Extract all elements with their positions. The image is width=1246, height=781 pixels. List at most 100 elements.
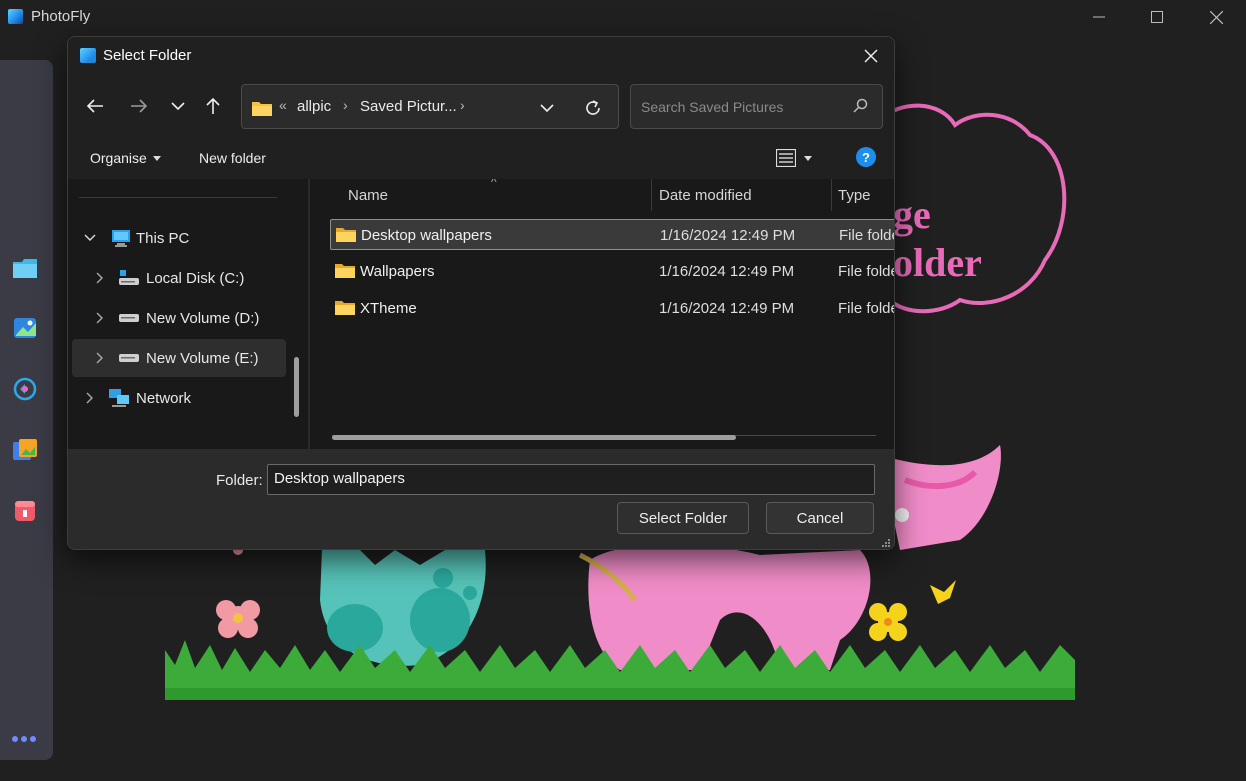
dialog-title: Select Folder: [103, 47, 192, 64]
image-tool-button[interactable]: [12, 315, 38, 341]
archive-icon: [15, 501, 35, 521]
chevron-down-icon: [171, 102, 185, 111]
tree-label: Local Disk (C:): [146, 269, 245, 287]
maximize-button[interactable]: [1128, 0, 1186, 34]
tree-item-new-volume-e[interactable]: New Volume (E:): [72, 339, 286, 377]
chevron-right-icon[interactable]: [94, 312, 106, 324]
chevron-right-icon[interactable]: [94, 352, 106, 364]
address-history-button[interactable]: [535, 97, 559, 119]
resize-grip-icon[interactable]: [881, 538, 891, 548]
app-title: PhotoFly: [31, 8, 91, 25]
folder-tool-button[interactable]: [12, 255, 38, 281]
sort-ascending-icon: ^: [491, 179, 497, 189]
tree-item-this-pc[interactable]: This PC: [72, 219, 286, 257]
search-icon: [853, 98, 868, 113]
convert-icon: [13, 377, 37, 401]
navigation-pane: This PC Local Disk (C:) New Volume (D:) …: [68, 179, 308, 449]
up-button[interactable]: [197, 91, 229, 121]
folder-icon: [13, 259, 37, 278]
app-logo-icon: [8, 9, 23, 24]
arrow-right-icon: [131, 99, 148, 113]
file-date: 1/16/2024 12:49 PM: [660, 227, 796, 244]
tree-item-local-disk-c[interactable]: Local Disk (C:): [72, 259, 286, 297]
column-header-date[interactable]: Date modified: [659, 179, 752, 211]
dialog-app-icon: [80, 48, 96, 63]
recent-locations-button[interactable]: [162, 91, 194, 121]
convert-tool-button[interactable]: [12, 376, 38, 402]
tree-label: This PC: [136, 229, 190, 247]
organise-menu-button[interactable]: Organise: [90, 150, 161, 166]
breadcrumb-saved-pictures[interactable]: Saved Pictur...: [360, 98, 457, 115]
breadcrumb-separator[interactable]: ›: [343, 97, 348, 113]
chevron-down-icon[interactable]: [84, 232, 96, 244]
app-title-bar: PhotoFly: [0, 0, 1246, 34]
breadcrumb-overflow[interactable]: «: [279, 97, 287, 113]
network-icon: [109, 389, 129, 407]
chevron-right-icon[interactable]: [84, 392, 96, 404]
select-folder-dialog: Select Folder « allpic › Saved Pictur...…: [67, 36, 895, 550]
column-date-label: Date modified: [659, 186, 752, 204]
folder-name-field[interactable]: Desktop wallpapers: [267, 464, 875, 495]
search-box[interactable]: Search Saved Pictures: [630, 84, 883, 129]
file-type: File folder: [838, 300, 894, 317]
navpane-scrollbar[interactable]: [294, 357, 299, 417]
drive-icon: [119, 354, 139, 362]
column-header-type[interactable]: Type: [838, 179, 871, 211]
folder-icon: [335, 264, 355, 278]
file-name: Desktop wallpapers: [361, 227, 492, 244]
tree-label: New Volume (E:): [146, 349, 259, 367]
select-folder-button[interactable]: Select Folder: [617, 502, 749, 534]
horizontal-scrollbar[interactable]: [332, 435, 736, 440]
address-bar[interactable]: « allpic › Saved Pictur... ›: [241, 84, 619, 129]
more-icon[interactable]: [12, 736, 36, 742]
file-name: XTheme: [360, 300, 417, 317]
dialog-title-bar: Select Folder: [68, 37, 894, 75]
system-drive-icon: [119, 270, 139, 285]
view-options-button[interactable]: [776, 146, 822, 170]
organise-label: Organise: [90, 150, 147, 166]
tree-item-network[interactable]: Network: [72, 379, 286, 417]
column-header-name[interactable]: Name: [348, 179, 388, 211]
minimize-icon: [1093, 16, 1105, 18]
caret-down-icon: [804, 155, 812, 161]
gallery-icon: [13, 439, 37, 460]
app-close-button[interactable]: [1187, 0, 1245, 34]
folder-label: Folder:: [216, 472, 263, 489]
tree-item-new-volume-d[interactable]: New Volume (D:): [72, 299, 286, 337]
chevron-right-icon[interactable]: [94, 272, 106, 284]
folder-icon: [252, 102, 272, 116]
folder-icon: [335, 301, 355, 315]
breadcrumb-allpic[interactable]: allpic: [297, 98, 331, 115]
column-type-label: Type: [838, 186, 871, 204]
file-name: Wallpapers: [360, 263, 435, 280]
computer-icon: [112, 230, 130, 247]
new-folder-button[interactable]: New folder: [199, 150, 266, 166]
refresh-button[interactable]: [580, 96, 606, 120]
tree-label: New Volume (D:): [146, 309, 260, 327]
gallery-tool-button[interactable]: [12, 437, 38, 463]
search-input[interactable]: Search Saved Pictures: [641, 99, 783, 115]
breadcrumb-separator[interactable]: ›: [460, 97, 465, 113]
chevron-down-icon: [540, 104, 554, 113]
minimize-button[interactable]: [1070, 0, 1128, 34]
file-row[interactable]: Desktop wallpapers 1/16/2024 12:49 PM Fi…: [330, 219, 894, 250]
forward-button[interactable]: [123, 91, 155, 121]
arrow-left-icon: [86, 99, 103, 113]
column-separator[interactable]: [651, 179, 652, 211]
dialog-close-button[interactable]: [854, 40, 888, 72]
bg-text-line2: older: [893, 240, 982, 285]
navpane-divider: [79, 197, 277, 198]
cancel-button[interactable]: Cancel: [766, 502, 874, 534]
back-button[interactable]: [79, 91, 111, 121]
drive-icon: [119, 314, 139, 322]
list-view-icon: [776, 149, 796, 167]
tree-label: Network: [136, 389, 192, 407]
bg-text-line1: ge: [893, 192, 931, 237]
file-row[interactable]: XTheme 1/16/2024 12:49 PM File folder: [330, 293, 894, 324]
help-button[interactable]: ?: [856, 147, 876, 167]
column-separator[interactable]: [831, 179, 832, 211]
refresh-icon: [586, 100, 600, 115]
image-icon: [14, 318, 36, 338]
file-row[interactable]: Wallpapers 1/16/2024 12:49 PM File folde…: [330, 256, 894, 287]
archive-tool-button[interactable]: [12, 498, 38, 524]
